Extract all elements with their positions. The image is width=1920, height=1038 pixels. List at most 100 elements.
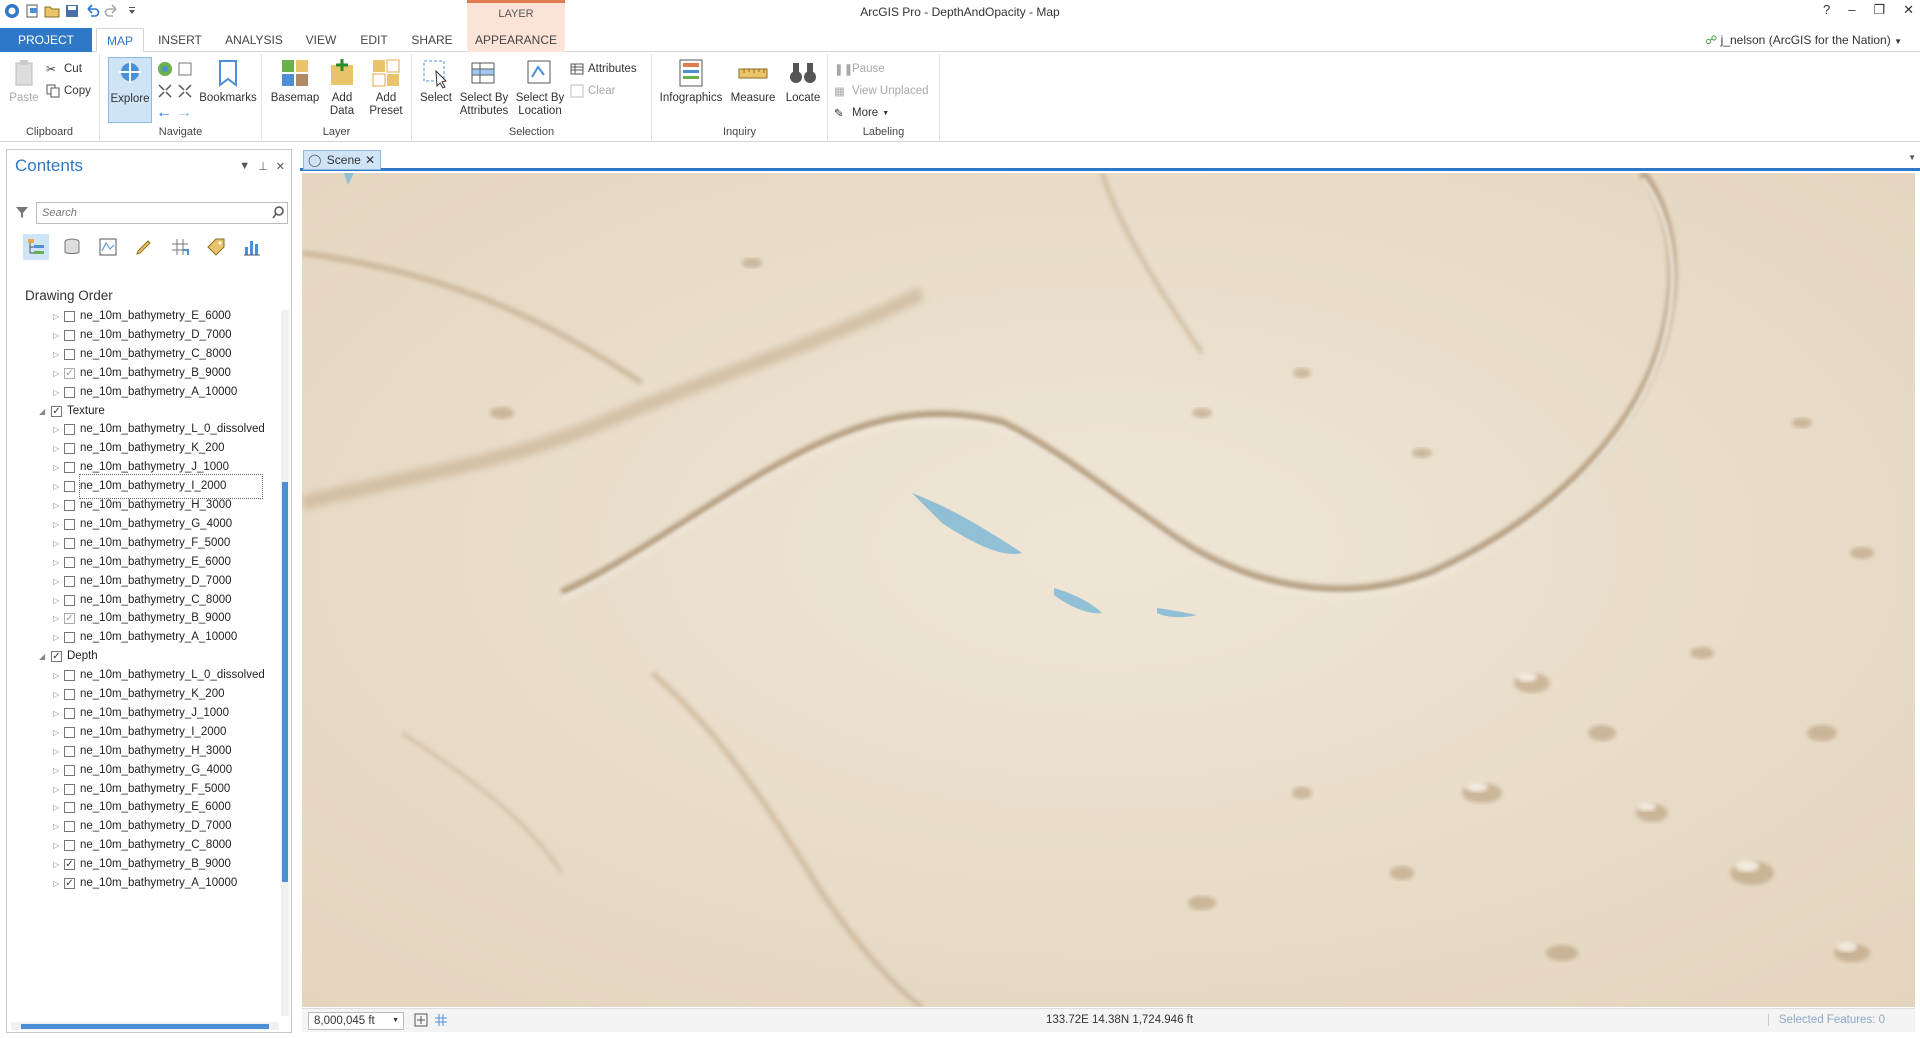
scene-map-canvas[interactable] <box>302 173 1915 1007</box>
visibility-checkbox[interactable] <box>64 311 75 322</box>
more-button[interactable]: ✎ More ▼ <box>834 106 889 120</box>
help-button[interactable]: ? <box>1823 2 1830 18</box>
new-project-icon[interactable] <box>24 3 40 19</box>
list-by-drawing-order-icon[interactable] <box>23 234 49 260</box>
select-button[interactable]: Select <box>416 57 456 105</box>
visibility-checkbox[interactable] <box>64 386 75 398</box>
add-preset-button[interactable]: Add Preset <box>364 57 408 118</box>
pause-button[interactable]: ❚❚ Pause <box>834 62 885 76</box>
tab-analysis[interactable]: ANALYSIS <box>218 28 290 52</box>
search-input[interactable] <box>36 202 288 224</box>
save-icon[interactable] <box>64 3 80 19</box>
visibility-checkbox[interactable] <box>64 329 75 341</box>
visibility-checkbox[interactable]: ✓ <box>64 367 75 379</box>
scroll-thumb[interactable] <box>282 482 288 882</box>
visibility-checkbox[interactable] <box>64 821 75 833</box>
close-button[interactable]: ✕ <box>1903 2 1914 18</box>
restore-button[interactable]: ❐ <box>1873 2 1885 18</box>
layer-row[interactable]: ▷ ✓ ne_10m_bathymetry_A_10000 <box>7 872 279 895</box>
tab-share[interactable]: SHARE <box>404 28 460 52</box>
undo-icon[interactable] <box>84 3 100 19</box>
list-by-snapping-icon[interactable] <box>167 234 193 260</box>
visibility-checkbox[interactable] <box>64 840 75 852</box>
bookmarks-button[interactable]: Bookmarks <box>198 57 258 105</box>
visibility-checkbox[interactable] <box>64 424 75 436</box>
visibility-checkbox[interactable] <box>64 689 75 700</box>
contents-horizontal-scrollbar[interactable] <box>11 1022 279 1030</box>
zoom-out-fixed-icon[interactable] <box>176 82 194 103</box>
visibility-checkbox[interactable] <box>64 802 75 814</box>
view-unplaced-button[interactable]: ▦ View Unplaced <box>834 84 929 98</box>
locate-button[interactable]: Locate <box>782 57 824 105</box>
zoom-in-fixed-icon[interactable] <box>156 82 174 103</box>
infographics-button[interactable]: Infographics <box>658 57 724 105</box>
selected-features-count[interactable]: Selected Features: 0 <box>1767 1014 1885 1026</box>
filter-icon[interactable] <box>15 205 29 222</box>
visibility-checkbox[interactable] <box>64 500 75 511</box>
attributes-button[interactable]: Attributes <box>570 62 637 76</box>
visibility-checkbox[interactable] <box>64 670 75 682</box>
scale-selector[interactable]: 8,000,045 ft ▼ <box>308 1012 404 1030</box>
open-folder-icon[interactable] <box>44 3 60 19</box>
visibility-checkbox[interactable] <box>64 745 75 757</box>
visibility-checkbox[interactable] <box>64 556 75 568</box>
visibility-checkbox[interactable] <box>64 537 75 549</box>
visibility-checkbox[interactable]: ✓ <box>64 878 75 889</box>
explore-button[interactable]: Explore <box>108 57 152 123</box>
fixed-zoom-icon[interactable] <box>176 60 194 81</box>
visibility-checkbox[interactable]: ✓ <box>64 613 75 625</box>
tab-list-dropdown-icon[interactable]: ▼ <box>1908 153 1916 162</box>
visibility-checkbox[interactable]: ✓ <box>51 651 62 663</box>
tab-appearance[interactable]: APPEARANCE <box>468 28 564 52</box>
tab-insert[interactable]: INSERT <box>150 28 210 52</box>
clear-button[interactable]: Clear <box>570 84 615 98</box>
tab-edit[interactable]: EDIT <box>352 28 396 52</box>
visibility-checkbox[interactable] <box>64 707 75 719</box>
visibility-checkbox[interactable] <box>64 632 75 644</box>
list-by-charts-icon[interactable] <box>239 234 265 260</box>
close-tab-icon[interactable]: ✕ <box>365 151 375 169</box>
arcgis-logo-icon[interactable] <box>4 3 20 19</box>
tab-scene[interactable]: ◯ Scene ✕ <box>303 150 381 170</box>
next-extent-icon[interactable]: → <box>176 104 192 122</box>
user-account[interactable]: ☍ j_nelson (ArcGIS for the Nation) ▼ <box>1705 33 1902 47</box>
paste-button[interactable]: Paste <box>6 57 42 105</box>
expand-arrow-icon[interactable]: ▷ <box>53 872 63 895</box>
visibility-checkbox[interactable] <box>64 443 75 455</box>
pin-icon[interactable]: ⊥ <box>258 160 268 173</box>
visibility-checkbox[interactable] <box>64 462 75 474</box>
previous-extent-icon[interactable]: ← <box>156 104 172 122</box>
pane-close-icon[interactable]: ✕ <box>276 160 285 173</box>
tab-project[interactable]: PROJECT <box>0 28 92 52</box>
visibility-checkbox[interactable] <box>64 575 75 587</box>
visibility-checkbox[interactable] <box>64 594 75 606</box>
contents-vertical-scrollbar[interactable] <box>281 310 289 1016</box>
minimize-button[interactable]: – <box>1848 2 1855 18</box>
visibility-checkbox[interactable] <box>64 726 75 738</box>
list-by-labeling-icon[interactable] <box>203 234 229 260</box>
scroll-thumb[interactable] <box>21 1024 269 1029</box>
visibility-checkbox[interactable] <box>64 518 75 530</box>
visibility-checkbox[interactable]: ✓ <box>51 405 62 417</box>
visibility-checkbox[interactable] <box>64 481 75 493</box>
redo-icon[interactable] <box>104 3 120 19</box>
tab-view[interactable]: VIEW <box>298 28 344 52</box>
navigation-options-icon[interactable] <box>414 1013 428 1030</box>
add-data-button[interactable]: Add Data <box>324 57 360 118</box>
select-by-location-button[interactable]: Select By Location <box>514 57 566 118</box>
tab-map[interactable]: MAP <box>96 28 144 52</box>
measure-button[interactable]: Measure <box>728 57 778 105</box>
list-by-selection-icon[interactable] <box>95 234 121 260</box>
basemap-button[interactable]: Basemap <box>270 57 320 105</box>
pane-menu-icon[interactable]: ▼ <box>239 160 250 173</box>
snapping-toggle-icon[interactable] <box>434 1013 448 1030</box>
cut-button[interactable]: ✂ Cut <box>46 62 82 76</box>
visibility-checkbox[interactable]: ✓ <box>64 859 75 871</box>
search-icon[interactable] <box>271 205 285 222</box>
visibility-checkbox[interactable] <box>64 783 75 795</box>
customize-qat-icon[interactable] <box>124 3 140 19</box>
select-by-attributes-button[interactable]: Select By Attributes <box>458 57 510 118</box>
list-by-data-source-icon[interactable] <box>59 234 85 260</box>
visibility-checkbox[interactable] <box>64 764 75 776</box>
list-by-editing-icon[interactable] <box>131 234 157 260</box>
